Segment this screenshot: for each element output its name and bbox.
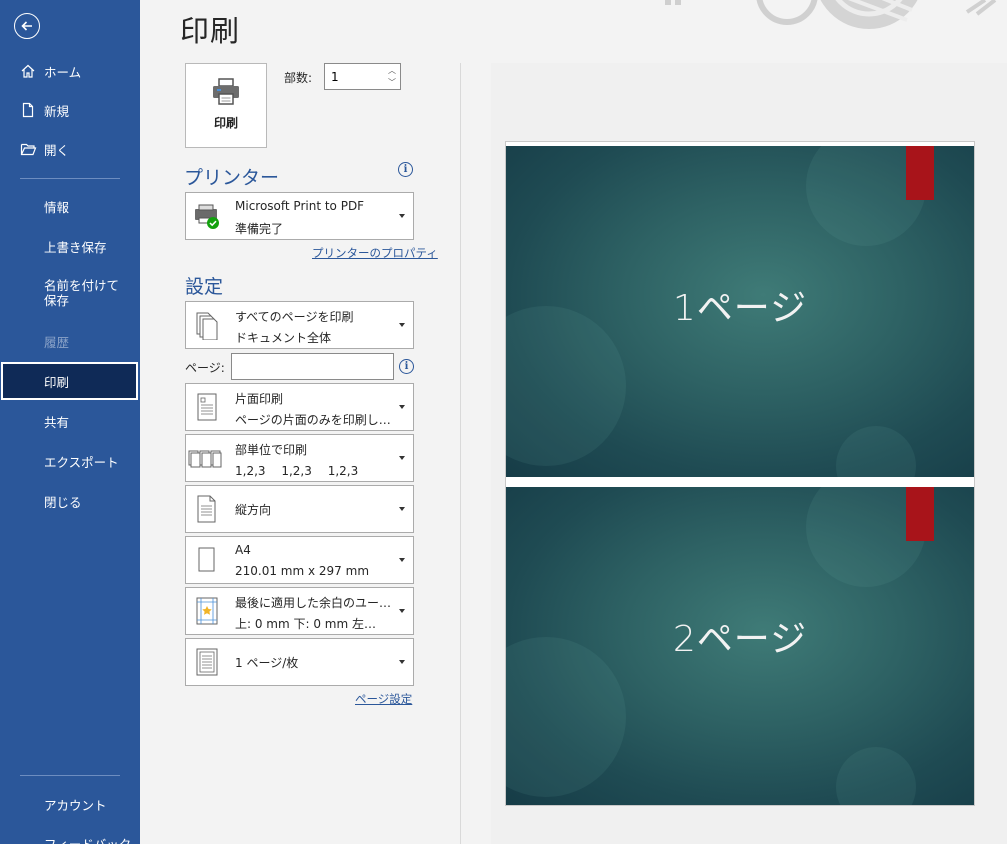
nav-home-label: ホーム (44, 64, 82, 80)
one-sided-icon (192, 392, 222, 422)
nav-export-label: エクスポート (44, 454, 119, 470)
spin-up-icon[interactable]: ︿ (388, 65, 396, 76)
sidebar-divider (20, 178, 120, 179)
copies-spinbox[interactable]: ︿ ﹀ (324, 63, 401, 90)
header-decoration (547, 0, 1007, 40)
print-button[interactable]: 印刷 (185, 63, 267, 148)
chevron-down-icon (399, 660, 405, 664)
nav-export[interactable]: エクスポート (0, 442, 140, 480)
paper-size-title: A4 (235, 543, 251, 557)
settings-heading: 設定 (185, 276, 224, 298)
printer-icon (213, 78, 239, 105)
pages-per-sheet-title: 1 ページ/枚 (235, 656, 299, 670)
nav-open[interactable]: 開く (0, 130, 140, 168)
nav-share-label: 共有 (44, 414, 70, 430)
paper-size-icon (192, 545, 222, 575)
chevron-down-icon (399, 323, 405, 327)
printer-heading: プリンター (184, 167, 280, 189)
nav-feedback-label: フィードバック (44, 836, 132, 844)
custom-margins-icon (192, 596, 222, 626)
open-folder-icon (19, 140, 37, 158)
sides-desc: ページの片面のみを印刷し… (235, 413, 390, 427)
sides-dropdown[interactable]: 片面印刷 ページの片面のみを印刷し… (185, 383, 414, 431)
print-range-title: すべてのページを印刷 (235, 310, 354, 324)
chevron-down-icon (399, 214, 405, 218)
margins-desc: 上: 0 mm 下: 0 mm 左… (235, 617, 377, 631)
printer-ready-icon (192, 201, 222, 231)
panel-divider (460, 63, 461, 844)
copies-input[interactable] (325, 65, 383, 88)
back-arrow-icon (21, 21, 32, 31)
copies-spinner[interactable]: ︿ ﹀ (386, 65, 398, 88)
slide-ribbon (906, 487, 934, 541)
page-title: 印刷 (180, 14, 241, 48)
printer-dropdown[interactable]: Microsoft Print to PDF 準備完了 (185, 192, 414, 240)
printer-name: Microsoft Print to PDF (235, 199, 365, 213)
back-button[interactable] (14, 13, 40, 39)
orientation-title: 縦方向 (235, 503, 272, 517)
preview-slide-2: 2ページ (506, 487, 974, 805)
spin-down-icon[interactable]: ﹀ (388, 77, 396, 88)
nav-print[interactable]: 印刷 (1, 362, 138, 400)
slide-2-title: 2ページ (672, 619, 808, 660)
nav-save-as-label: 名前を付けて保存 (44, 278, 120, 308)
nav-feedback[interactable]: フィードバック (0, 824, 140, 844)
pages-per-sheet-dropdown[interactable]: 1 ページ/枚 (185, 638, 414, 686)
nav-close-label: 閉じる (44, 494, 82, 510)
nav-info[interactable]: 情報 (0, 187, 140, 225)
printer-properties-link[interactable]: プリンターのプロパティ (312, 245, 438, 261)
chevron-down-icon (399, 558, 405, 562)
pages-label: ページ: (185, 361, 225, 375)
collated-icon (188, 443, 222, 473)
pages-per-sheet-icon (192, 647, 222, 677)
nav-share[interactable]: 共有 (0, 402, 140, 440)
pages-stack-icon (192, 310, 222, 340)
nav-account[interactable]: アカウント (0, 785, 140, 823)
preview-page: 1ページ 2ページ (505, 141, 975, 806)
info-icon[interactable]: i (398, 162, 413, 177)
nav-save-as[interactable]: 名前を付けて保存 (0, 278, 140, 322)
slide-1-title: 1ページ (672, 288, 808, 329)
chevron-down-icon (399, 609, 405, 613)
page-setup-link[interactable]: ページ設定 (355, 691, 412, 707)
chevron-down-icon (399, 507, 405, 511)
paper-size-dropdown[interactable]: A4 210.01 mm x 297 mm (185, 536, 414, 584)
margins-title: 最後に適用した余白のユー… (235, 596, 390, 610)
slide-ribbon (906, 146, 934, 200)
nav-open-label: 開く (44, 142, 70, 158)
nav-close[interactable]: 閉じる (0, 482, 140, 520)
preview-slide-1: 1ページ (506, 146, 974, 477)
pages-input[interactable] (231, 353, 394, 380)
collate-dropdown[interactable]: 部単位で印刷 1,2,3 1,2,3 1,2,3 (185, 434, 414, 482)
print-range-desc: ドキュメント全体 (235, 331, 332, 345)
chevron-down-icon (399, 456, 405, 460)
nav-new[interactable]: 新規 (0, 91, 140, 129)
portrait-page-icon (192, 494, 222, 524)
copies-label: 部数: (284, 71, 313, 85)
paper-size-desc: 210.01 mm x 297 mm (235, 564, 370, 578)
nav-history-label: 履歴 (44, 334, 70, 350)
nav-info-label: 情報 (44, 199, 70, 215)
nav-account-label: アカウント (44, 797, 107, 813)
chevron-down-icon (399, 405, 405, 409)
nav-new-label: 新規 (44, 103, 70, 119)
nav-print-label: 印刷 (44, 374, 70, 390)
printer-status: 準備完了 (235, 222, 284, 236)
print-range-dropdown[interactable]: すべてのページを印刷 ドキュメント全体 (185, 301, 414, 349)
margins-dropdown[interactable]: 最後に適用した余白のユー… 上: 0 mm 下: 0 mm 左… (185, 587, 414, 635)
print-button-label: 印刷 (213, 116, 238, 130)
backstage-sidebar: ホーム 新規 開く 情報 上書き保存 名前を付けて保存 履歴 印刷 共有 エクス… (0, 0, 140, 844)
home-icon (19, 62, 37, 80)
orientation-dropdown[interactable]: 縦方向 (185, 485, 414, 533)
nav-save-label: 上書き保存 (44, 239, 107, 255)
collate-title: 部単位で印刷 (235, 443, 308, 457)
nav-save[interactable]: 上書き保存 (0, 227, 140, 265)
new-document-icon (19, 101, 37, 119)
collate-desc: 1,2,3 1,2,3 1,2,3 (235, 464, 359, 478)
pages-info-icon[interactable]: i (399, 359, 414, 374)
nav-home[interactable]: ホーム (0, 52, 140, 90)
sidebar-divider-bottom (20, 775, 120, 776)
nav-history: 履歴 (0, 322, 140, 360)
sides-title: 片面印刷 (235, 392, 284, 406)
